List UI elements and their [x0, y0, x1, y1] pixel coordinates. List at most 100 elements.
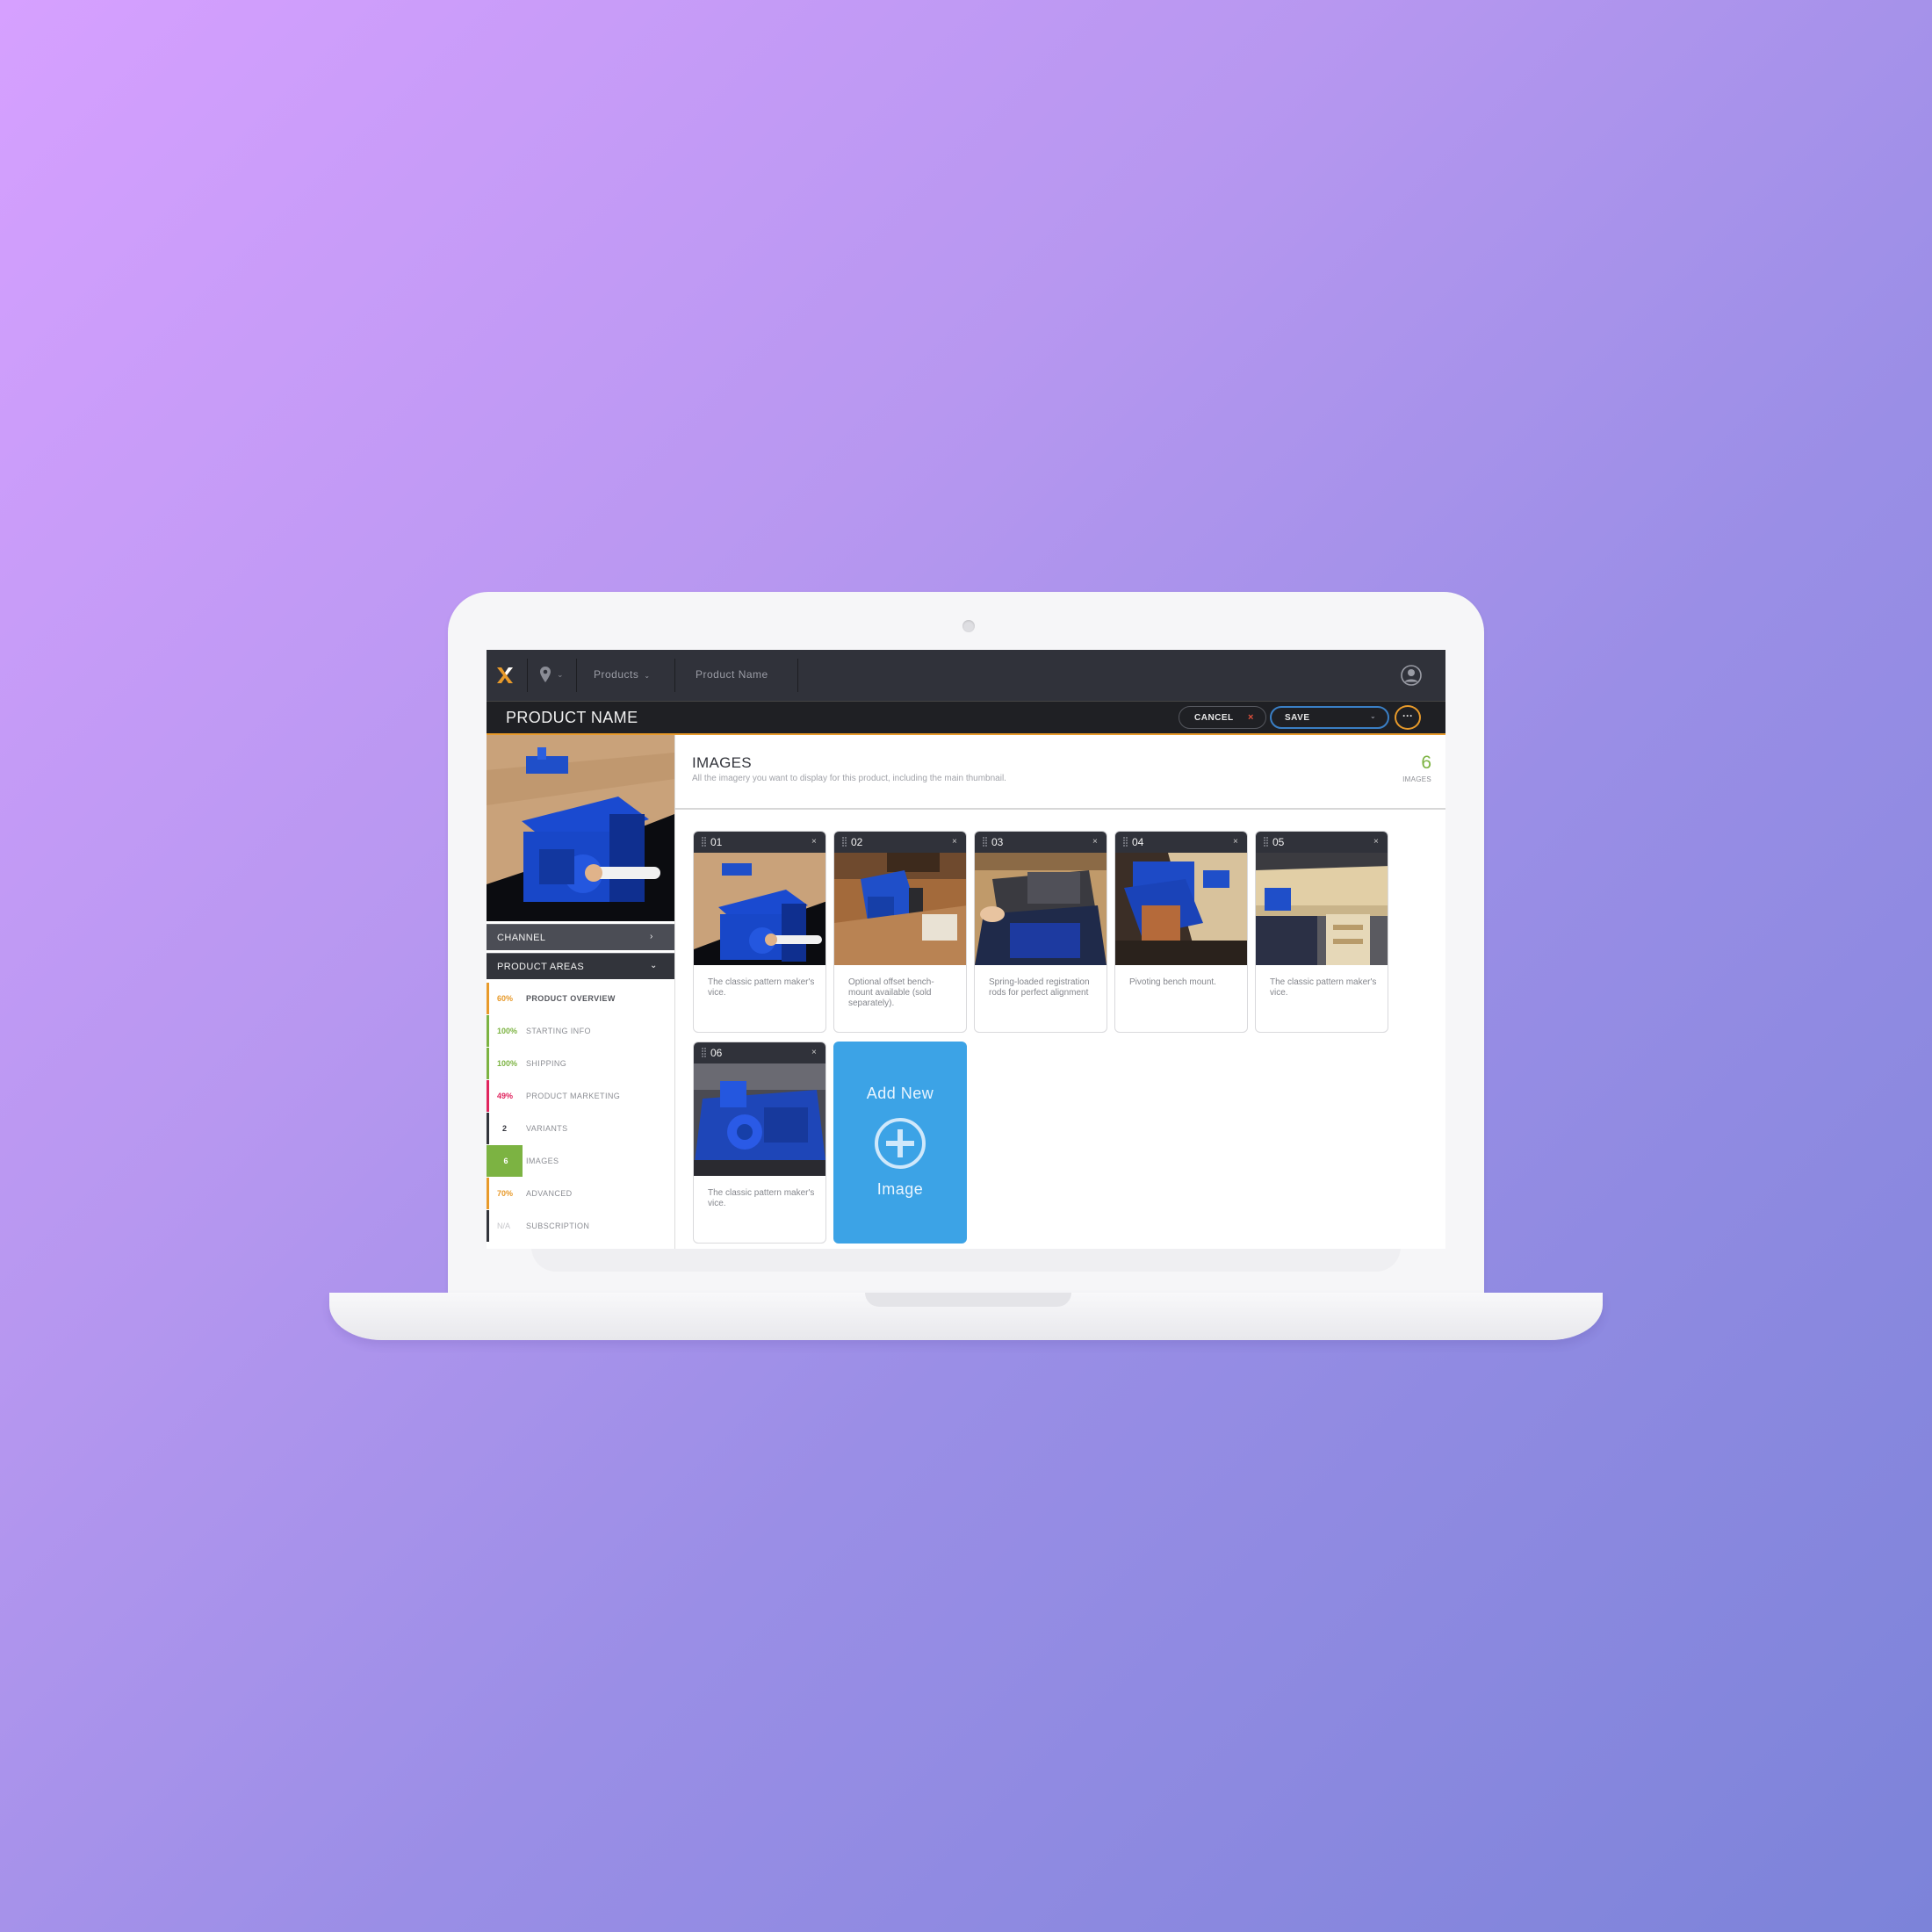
page-title-bar: PRODUCT NAME CANCEL × SAVE ⌄ ···	[487, 702, 1445, 735]
status-bar	[487, 1015, 489, 1047]
drag-handle-icon[interactable]	[702, 1048, 706, 1057]
chevron-down-icon[interactable]: ⌄	[557, 670, 564, 680]
completion-value: N/A	[497, 1222, 511, 1230]
image-card[interactable]: 05 × The classic pattern maker's vice.	[1255, 831, 1388, 1033]
drag-handle-icon[interactable]	[983, 837, 987, 847]
image-count-badge: 6	[489, 1145, 523, 1177]
chevron-down-icon: ⌄	[650, 961, 658, 970]
location-pin-icon[interactable]	[539, 666, 551, 683]
nav-divider	[576, 659, 577, 692]
drag-handle-icon[interactable]	[702, 837, 706, 847]
close-icon[interactable]: ×	[1233, 837, 1238, 847]
cancel-button[interactable]: CANCEL ×	[1179, 706, 1266, 729]
images-section-header: IMAGES All the imagery you want to displ…	[674, 735, 1445, 810]
add-new-image-button[interactable]: Add New Image	[833, 1042, 967, 1244]
channel-toggle[interactable]: CHANNEL ›	[487, 924, 674, 950]
status-bar	[487, 1080, 489, 1112]
close-icon: ×	[1248, 712, 1254, 723]
chevron-down-icon[interactable]: ⌄	[1370, 712, 1376, 720]
image-count: 6	[1421, 753, 1431, 773]
variant-count: 2	[502, 1124, 508, 1133]
more-options-button[interactable]: ···	[1395, 705, 1421, 730]
close-icon[interactable]: ×	[1092, 837, 1098, 847]
sidebar-item-advanced[interactable]: 70% ADVANCED	[487, 1178, 674, 1209]
channel-label: CHANNEL	[497, 933, 546, 943]
close-icon[interactable]: ×	[811, 837, 817, 847]
image-count-label: IMAGES	[1402, 775, 1431, 783]
status-bar	[487, 1210, 489, 1242]
sidebar-item-label: SUBSCRIPTION	[526, 1222, 590, 1230]
plus-circle-icon	[875, 1118, 926, 1169]
product-image	[975, 853, 1107, 965]
status-bar	[487, 1178, 489, 1209]
breadcrumb-product-name[interactable]: Product Name	[696, 668, 768, 681]
sidebar-item-variants[interactable]: 2 VARIANTS	[487, 1113, 674, 1144]
sidebar-item-label: STARTING INFO	[526, 1027, 591, 1035]
close-icon[interactable]: ×	[1373, 837, 1379, 847]
webcam	[962, 620, 975, 632]
card-header: 06 ×	[694, 1042, 825, 1063]
card-header: 01 ×	[694, 832, 825, 853]
image-card[interactable]: 03 × Spring-loaded registration rods for…	[974, 831, 1107, 1033]
image-number: 01	[710, 836, 723, 848]
image-caption: The classic pattern maker's vice.	[1270, 977, 1377, 998]
section-subtitle: All the imagery you want to display for …	[692, 774, 1006, 783]
card-header: 03 ×	[975, 832, 1107, 853]
page-title: PRODUCT NAME	[506, 709, 638, 726]
breadcrumb-label: Product Name	[696, 668, 768, 681]
product-image	[694, 1063, 825, 1176]
sidebar-item-label: VARIANTS	[526, 1124, 568, 1133]
add-image-label: Image	[876, 1180, 924, 1198]
breadcrumb-products[interactable]: Products ⌄	[594, 668, 651, 681]
sidebar-item-images[interactable]: 6 IMAGES	[487, 1145, 674, 1177]
save-button-label: SAVE	[1285, 713, 1310, 723]
completion-value: 49%	[497, 1092, 514, 1100]
sidebar-item-label: PRODUCT OVERVIEW	[526, 994, 616, 1003]
product-image	[694, 853, 825, 965]
laptop-lid-bottom	[531, 1247, 1401, 1272]
sidebar-item-starting-info[interactable]: 100% STARTING INFO	[487, 1015, 674, 1047]
user-account-icon[interactable]	[1400, 664, 1423, 687]
close-icon[interactable]: ×	[811, 1048, 817, 1057]
image-card[interactable]: 04 × Pivoting bench mount.	[1114, 831, 1248, 1033]
brand-logo-icon[interactable]	[495, 666, 515, 685]
card-header: 05 ×	[1256, 832, 1388, 853]
top-navigation-bar: ⌄ Products ⌄ Product Name	[487, 650, 1445, 702]
image-grid: 01 × The classic pattern maker's vice. 0…	[693, 831, 1439, 1249]
sidebar-item-label: PRODUCT MARKETING	[526, 1092, 621, 1100]
status-bar	[487, 983, 489, 1014]
image-number: 02	[851, 836, 863, 848]
close-icon[interactable]: ×	[952, 837, 957, 847]
completion-value: 100%	[497, 1059, 518, 1068]
sidebar-item-product-marketing[interactable]: 49% PRODUCT MARKETING	[487, 1080, 674, 1112]
image-card[interactable]: 01 × The classic pattern maker's vice.	[693, 831, 826, 1033]
sidebar-item-product-overview[interactable]: 60% PRODUCT OVERVIEW	[487, 983, 674, 1014]
image-card[interactable]: 06 × The classic pattern maker's vice.	[693, 1042, 826, 1244]
save-button[interactable]: SAVE ⌄	[1270, 706, 1389, 729]
image-caption: The classic pattern maker's vice.	[708, 977, 815, 998]
image-card[interactable]: 02 × Optional offset bench-mount availab…	[833, 831, 967, 1033]
section-title: IMAGES	[692, 754, 752, 771]
completion-value: 60%	[497, 994, 514, 1003]
image-caption: Spring-loaded registration rods for perf…	[989, 977, 1090, 998]
image-number: 03	[991, 836, 1004, 848]
status-bar	[487, 1048, 489, 1079]
completion-value: 100%	[497, 1027, 518, 1035]
image-caption: The classic pattern maker's vice.	[708, 1188, 815, 1208]
drag-handle-icon[interactable]	[842, 837, 847, 847]
product-image	[1115, 853, 1247, 965]
card-header: 02 ×	[834, 832, 966, 853]
app-screen: ⌄ Products ⌄ Product Name PRODUCT NAME CA…	[487, 650, 1445, 1249]
product-areas-toggle[interactable]: PRODUCT AREAS ⌄	[487, 953, 674, 979]
product-areas-label: PRODUCT AREAS	[497, 962, 585, 972]
card-header: 04 ×	[1115, 832, 1247, 853]
sidebar-item-label: SHIPPING	[526, 1059, 567, 1068]
chevron-right-icon: ›	[650, 932, 653, 941]
image-number: 06	[710, 1047, 723, 1059]
sidebar-item-subscription[interactable]: N/A SUBSCRIPTION	[487, 1210, 674, 1242]
sidebar-item-label: IMAGES	[526, 1157, 559, 1165]
drag-handle-icon[interactable]	[1123, 837, 1128, 847]
sidebar-item-shipping[interactable]: 100% SHIPPING	[487, 1048, 674, 1079]
drag-handle-icon[interactable]	[1264, 837, 1268, 847]
image-number: 04	[1132, 836, 1144, 848]
